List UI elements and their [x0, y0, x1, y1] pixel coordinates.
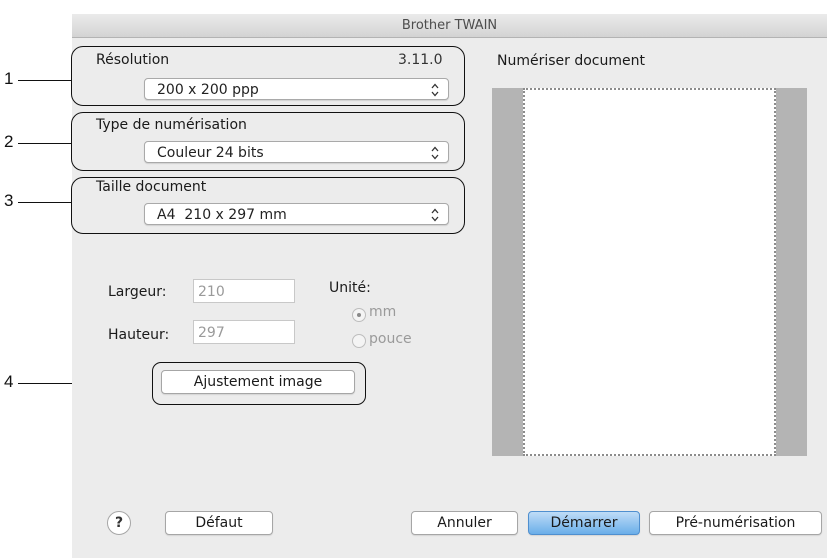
preview-frame: [492, 88, 807, 456]
callout-2: 2: [4, 132, 14, 151]
window-title: Brother TWAIN: [72, 14, 827, 38]
doc-size-value: A4 210 x 297 mm: [157, 207, 287, 223]
version-label: 3.11.0: [398, 52, 443, 68]
callout-3: 3: [4, 191, 14, 210]
scan-type-label: Type de numérisation: [96, 117, 247, 133]
preview-label: Numériser document: [497, 53, 645, 69]
scan-type-select[interactable]: Couleur 24 bits: [144, 141, 449, 163]
doc-size-label: Taille document: [96, 179, 207, 195]
radio-selected-icon[interactable]: [352, 308, 366, 322]
cancel-button[interactable]: Annuler: [411, 511, 518, 535]
updown-arrows-icon: [431, 83, 439, 97]
height-field[interactable]: 297: [193, 320, 295, 344]
radio-unselected-icon[interactable]: [352, 334, 366, 348]
unit-label: Unité:: [329, 280, 371, 296]
callout-1: 1: [4, 69, 14, 88]
unit-mm-label: mm: [369, 304, 397, 320]
updown-arrows-icon: [431, 208, 439, 222]
doc-size-select[interactable]: A4 210 x 297 mm: [144, 203, 449, 225]
resolution-label: Résolution: [96, 52, 170, 68]
adjust-image-button[interactable]: Ajustement image: [161, 370, 355, 394]
unit-inch-label: pouce: [369, 331, 412, 347]
scan-type-value: Couleur 24 bits: [157, 145, 264, 161]
updown-arrows-icon: [431, 146, 439, 160]
resolution-select[interactable]: 200 x 200 ppp: [144, 78, 449, 100]
default-button[interactable]: Défaut: [165, 511, 273, 535]
prescan-button[interactable]: Pré-numérisation: [649, 511, 822, 535]
width-label: Largeur:: [108, 284, 167, 300]
height-label: Hauteur:: [108, 327, 170, 343]
callout-4: 4: [4, 372, 14, 391]
callout-1-line: [18, 80, 72, 81]
resolution-value: 200 x 200 ppp: [157, 82, 259, 98]
help-icon[interactable]: ?: [107, 511, 131, 535]
callout-3-line: [18, 202, 72, 203]
width-field[interactable]: 210: [193, 279, 295, 303]
callout-2-line: [18, 143, 72, 144]
twain-window: Brother TWAIN Résolution 3.11.0 200 x 20…: [71, 14, 827, 558]
preview-page[interactable]: [523, 88, 776, 456]
start-button[interactable]: Démarrer: [528, 511, 640, 535]
